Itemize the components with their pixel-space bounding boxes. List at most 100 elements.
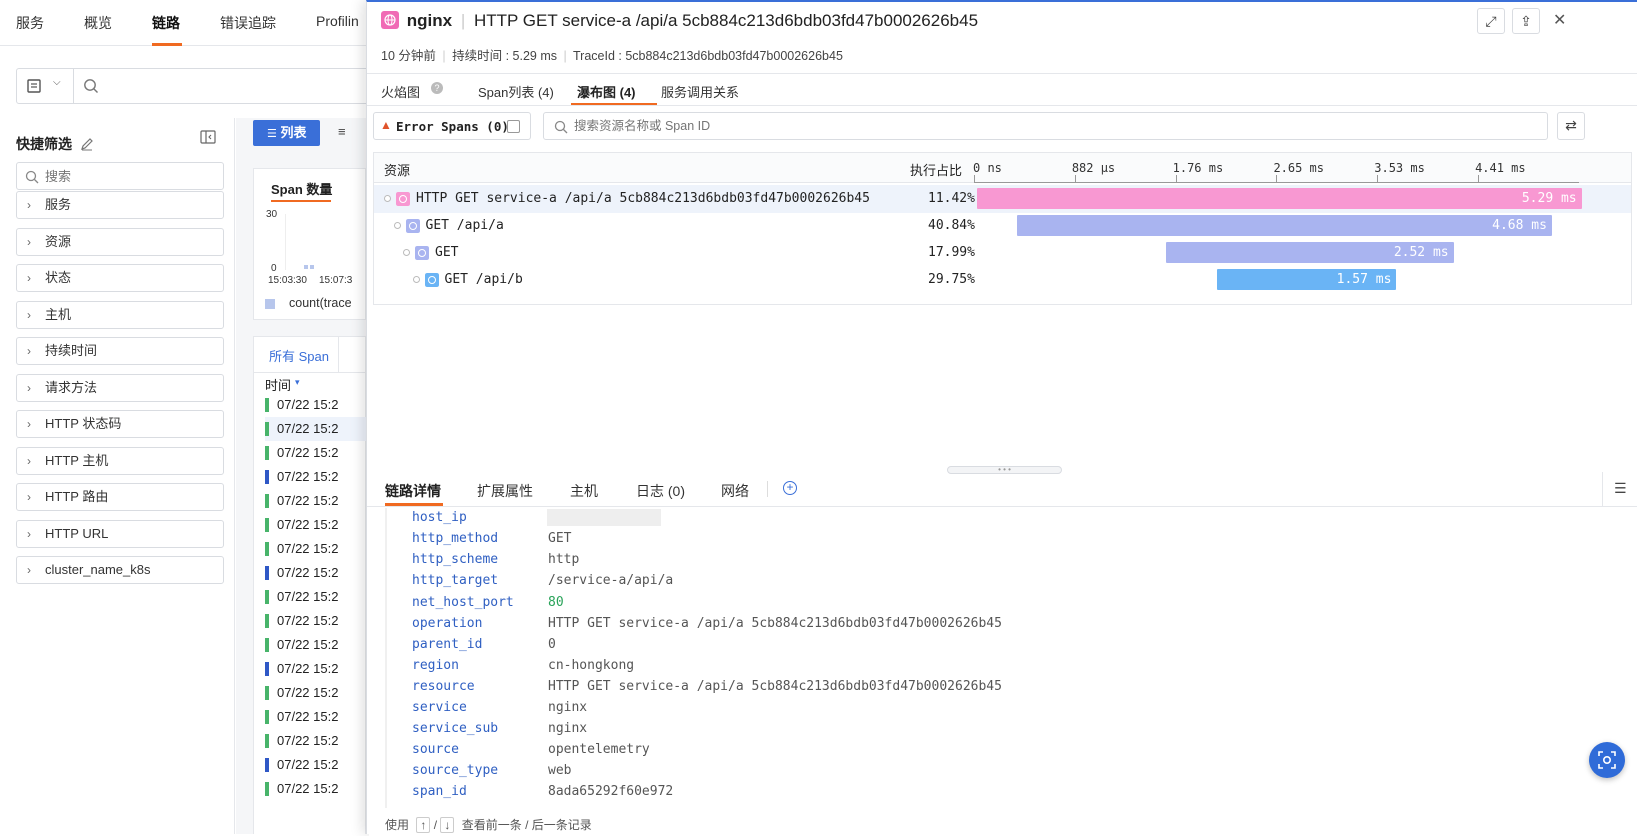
- span-row[interactable]: GET /api/a 40.84% 4.68 ms: [374, 212, 1631, 240]
- row-time: 07/22 15:2: [277, 493, 339, 508]
- attr-value[interactable]: GET: [548, 531, 571, 546]
- attr-value[interactable]: cn-hongkong: [548, 658, 634, 673]
- tab-network[interactable]: 网络: [721, 481, 749, 501]
- span-count-tab[interactable]: Span 数量: [271, 179, 332, 198]
- attr-value[interactable]: HTTP GET service-a /api/a 5cb884c213d6bd…: [548, 616, 1002, 631]
- tab-traces[interactable]: 链路: [152, 13, 180, 33]
- query-input[interactable]: [105, 73, 365, 99]
- toggle-layout-button[interactable]: ⇄: [1557, 112, 1585, 140]
- attr-value[interactable]: /service-a/api/a: [548, 573, 673, 588]
- status-bar: [265, 566, 269, 580]
- facet-item[interactable]: › 资源: [16, 227, 224, 256]
- tick-label: 1.76 ms: [1172, 161, 1224, 175]
- edit-icon[interactable]: [80, 137, 94, 151]
- table-row[interactable]: 07/22 15:2: [265, 777, 375, 801]
- table-row[interactable]: 07/22 15:2: [265, 633, 375, 657]
- attr-value[interactable]: nginx: [548, 721, 587, 736]
- table-row[interactable]: 07/22 15:2: [265, 681, 375, 705]
- facet-item[interactable]: › 请求方法: [16, 373, 224, 402]
- tab-all-spans[interactable]: 所有 Span: [269, 346, 329, 365]
- view-list-button[interactable]: ☰ 列表: [253, 120, 320, 146]
- facet-item[interactable]: › 主机: [16, 300, 224, 329]
- tab-host[interactable]: 主机: [570, 481, 598, 501]
- table-row[interactable]: 07/22 15:2: [265, 657, 375, 681]
- close-icon[interactable]: ✕: [1553, 10, 1566, 30]
- drawer-title: nginx | HTTP GET service-a /api/a 5cb884…: [381, 11, 978, 31]
- table-row[interactable]: 07/22 15:2: [265, 561, 375, 585]
- table-row[interactable]: 07/22 15:2: [265, 609, 375, 633]
- tab-flamegraph[interactable]: 火焰图: [381, 82, 420, 101]
- add-tab-icon[interactable]: +: [783, 481, 797, 495]
- attr-value[interactable]: 0: [548, 637, 556, 652]
- status-bar: [265, 782, 269, 796]
- tab-service-map[interactable]: 服务调用关系: [661, 82, 739, 101]
- table-row[interactable]: 07/22 15:2: [265, 393, 375, 417]
- table-row[interactable]: 07/22 15:2: [265, 753, 375, 777]
- row-time: 07/22 15:2: [277, 757, 339, 772]
- row-time: 07/22 15:2: [277, 685, 339, 700]
- attr-value[interactable]: http: [548, 552, 579, 567]
- attr-value[interactable]: nginx: [548, 700, 587, 715]
- fullscreen-button[interactable]: ⤢: [1477, 8, 1505, 34]
- collapse-detail-icon[interactable]: ☰: [1614, 480, 1627, 497]
- facet-item[interactable]: › 持续时间: [16, 337, 224, 365]
- span-row[interactable]: GET /api/b 29.75% 1.57 ms: [374, 266, 1631, 294]
- facet-item[interactable]: › cluster_name_k8s: [16, 556, 224, 584]
- table-row[interactable]: 07/22 15:2: [265, 465, 375, 489]
- collapse-panel-icon[interactable]: [200, 130, 216, 144]
- facet-item[interactable]: › HTTP 主机: [16, 446, 224, 475]
- legend-label: count(trace: [289, 296, 352, 310]
- table-row[interactable]: 07/22 15:2: [265, 585, 375, 609]
- facet-item[interactable]: › HTTP 路由: [16, 483, 224, 511]
- sort-desc-icon[interactable]: ▾: [295, 377, 300, 388]
- table-row[interactable]: 07/22 15:2: [265, 417, 375, 441]
- table-row[interactable]: 07/22 15:2: [265, 441, 375, 465]
- tab-waterfall[interactable]: 瀑布图 (4): [577, 82, 636, 101]
- table-row[interactable]: 07/22 15:2: [265, 537, 375, 561]
- quick-filter-search[interactable]: [16, 162, 224, 190]
- attr-value[interactable]: 80: [548, 595, 564, 610]
- table-row[interactable]: 07/22 15:2: [265, 489, 375, 513]
- query-mode-select[interactable]: ⌵: [17, 69, 74, 103]
- help-icon[interactable]: ?: [431, 82, 443, 94]
- span-duration-bar[interactable]: 2.52 ms: [1165, 242, 1454, 263]
- error-spans-checkbox[interactable]: [507, 120, 520, 133]
- facet-item[interactable]: › 状态: [16, 264, 224, 292]
- tab-error-tracking[interactable]: 错误追踪: [220, 13, 276, 33]
- span-row[interactable]: GET 17.99% 2.52 ms: [374, 239, 1631, 267]
- span-search[interactable]: [543, 112, 1548, 140]
- quick-filter-search-input[interactable]: [45, 166, 215, 186]
- tab-logs[interactable]: 日志 (0): [636, 481, 685, 501]
- tab-extended-attrs[interactable]: 扩展属性: [477, 481, 533, 501]
- tab-services[interactable]: 服务: [16, 13, 44, 33]
- span-duration-bar[interactable]: 4.68 ms: [1017, 215, 1552, 236]
- tab-trace-detail[interactable]: 链路详情: [385, 481, 441, 501]
- assistant-button[interactable]: [1589, 742, 1625, 778]
- service-name: nginx: [406, 11, 453, 30]
- row-time: 07/22 15:2: [277, 517, 339, 532]
- share-button[interactable]: ⇪: [1512, 8, 1540, 34]
- tab-span-list[interactable]: Span列表 (4): [478, 82, 554, 101]
- span-row[interactable]: HTTP GET service-a /api/a 5cb884c213d6bd…: [374, 185, 1631, 213]
- attr-value[interactable]: HTTP GET service-a /api/a 5cb884c213d6bd…: [548, 679, 1002, 694]
- span-duration-bar[interactable]: 1.57 ms: [1217, 269, 1397, 290]
- sort-icon[interactable]: ≡: [338, 124, 346, 139]
- table-row[interactable]: 07/22 15:2: [265, 705, 375, 729]
- span-search-input[interactable]: [574, 116, 1474, 136]
- span-exec-pct: 40.84%: [928, 218, 975, 233]
- error-spans-toggle[interactable]: ▲ Error Spans (0): [373, 112, 531, 140]
- attr-value[interactable]: 8ada65292f60e972: [548, 784, 673, 799]
- tab-profiling[interactable]: Profilin: [316, 13, 359, 29]
- table-row[interactable]: 07/22 15:2: [265, 513, 375, 537]
- column-time[interactable]: 时间: [265, 375, 291, 394]
- attr-value[interactable]: opentelemetry: [548, 742, 650, 757]
- scroll-indicator: [385, 508, 387, 808]
- facet-item[interactable]: › HTTP 状态码: [16, 410, 224, 438]
- table-row[interactable]: 07/22 15:2: [265, 729, 375, 753]
- attr-value[interactable]: web: [548, 763, 571, 778]
- span-name: GET /api/a: [425, 218, 504, 233]
- facet-item[interactable]: › HTTP URL: [16, 519, 224, 548]
- span-duration-bar[interactable]: 5.29 ms: [977, 188, 1582, 209]
- tab-overview[interactable]: 概览: [84, 13, 112, 33]
- facet-item[interactable]: › 服务: [16, 191, 224, 219]
